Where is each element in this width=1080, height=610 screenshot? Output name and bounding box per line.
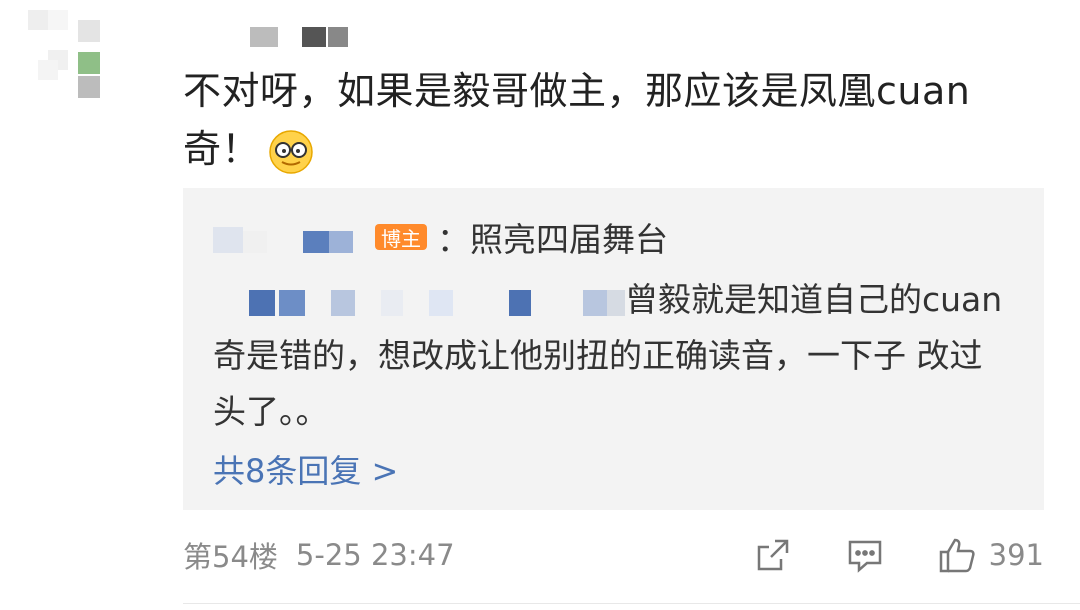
timestamp: 5-25 23:47: [295, 538, 455, 572]
commenter-avatar[interactable]: [28, 0, 118, 120]
divider: [183, 603, 1080, 604]
more-replies-link[interactable]: 共8条回复 >: [213, 446, 398, 492]
commenter-name[interactable]: [240, 22, 360, 52]
author-badge: 博主: [375, 224, 427, 251]
reply-box[interactable]: 博主 ：照亮四届舞台 曾毅就是知道自己的cuan奇是错的，想改成让他别扭的正确读…: [183, 188, 1044, 510]
floor-number: 第54楼: [183, 540, 278, 574]
comment-footer: 第54楼 5-25 23:47 391: [183, 530, 1044, 580]
reply-body-line1: 曾毅就是知道自己的: [625, 280, 922, 319]
like-count: 391: [988, 538, 1044, 572]
comment-icon[interactable]: [845, 535, 885, 575]
reply-author-name[interactable]: [213, 217, 363, 257]
share-icon[interactable]: [753, 535, 793, 575]
comment-text: 不对呀，如果是毅哥做主，那应该是凤凰cuan奇！: [183, 62, 1033, 178]
glasses-face-emoji-icon: [268, 129, 314, 175]
reply-mention-mosaic[interactable]: [213, 282, 625, 322]
reply-body: 曾毅就是知道自己的cuan奇是错的，想改成让他别扭的正确读音，一下子 改过头了。…: [213, 272, 1013, 440]
thumbs-up-icon[interactable]: [937, 535, 977, 575]
reply-header: 博主 ：照亮四届舞台: [213, 212, 668, 262]
footer-actions: 391: [753, 530, 1044, 580]
reply-first-line: ：照亮四届舞台: [437, 220, 668, 259]
